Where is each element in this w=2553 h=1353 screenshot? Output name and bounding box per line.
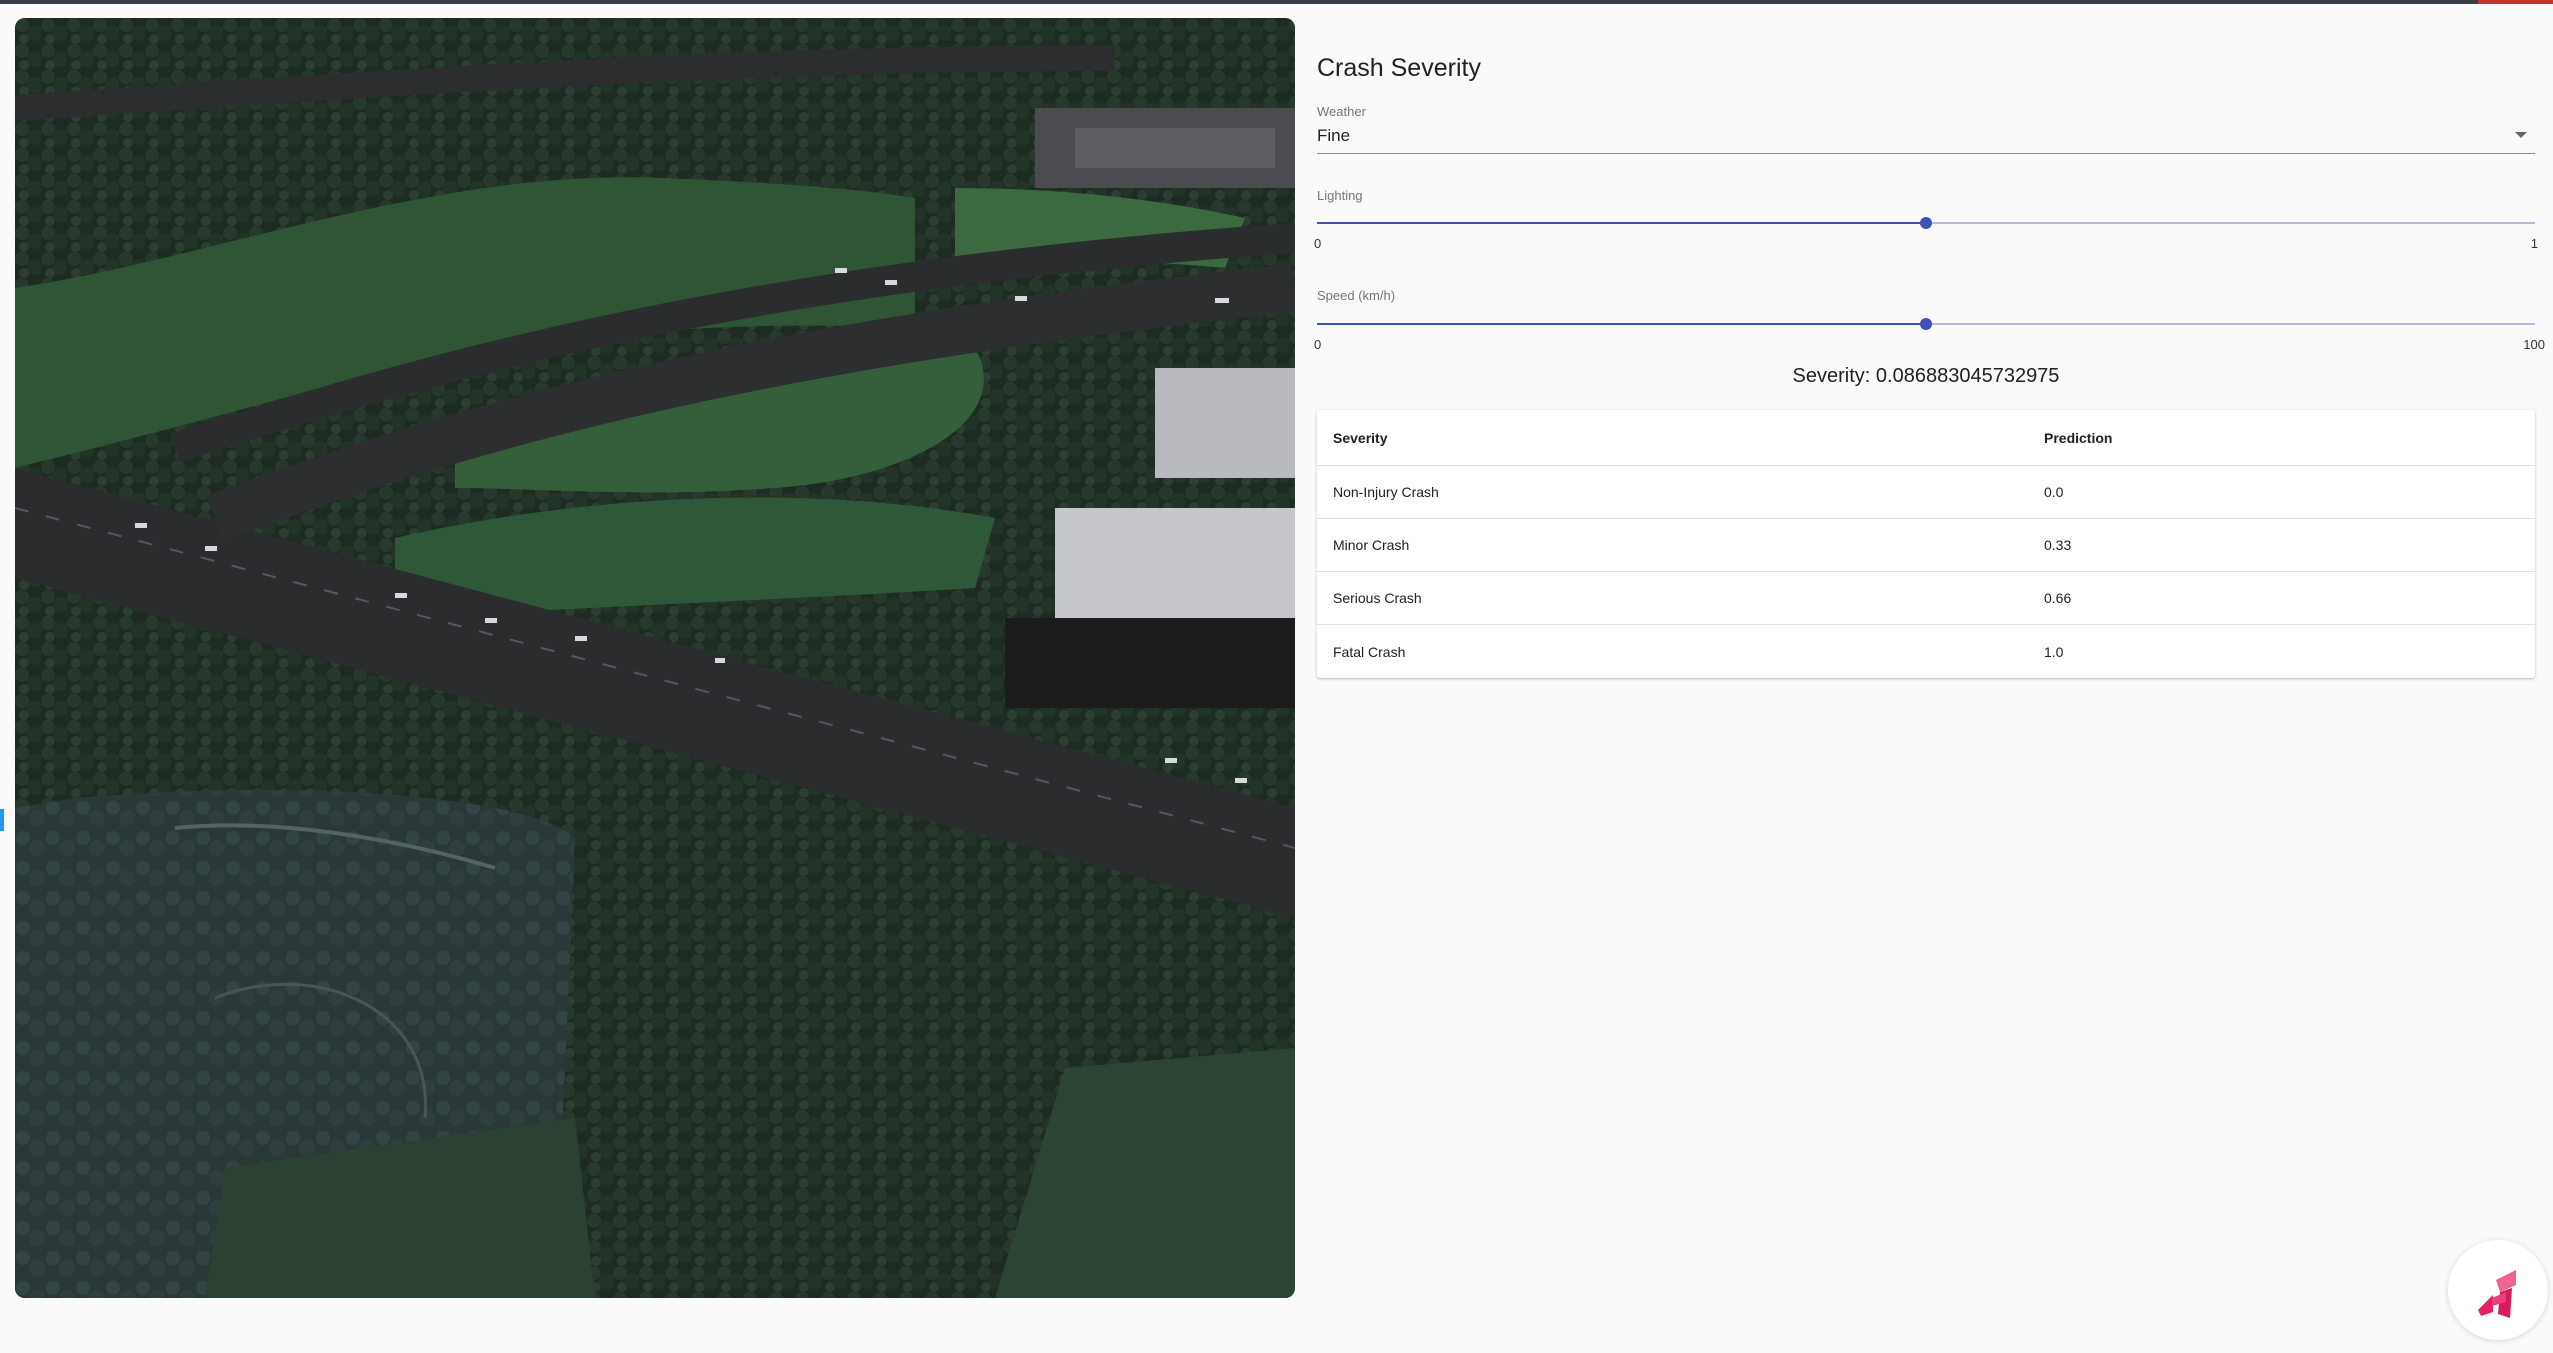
left-edge-marker: [0, 809, 4, 831]
page-title: Crash Severity: [1317, 54, 1481, 82]
speed-max-label: 100: [2523, 337, 2545, 352]
speed-slider-track[interactable]: [1317, 323, 1926, 325]
prediction-table: Severity Prediction Non-Injury Crash 0.0…: [1317, 410, 2535, 678]
lighting-slider[interactable]: [1317, 213, 2535, 233]
lighting-min-label: 0: [1314, 236, 1322, 251]
lighting-label: Lighting: [1317, 188, 1363, 203]
aerial-map-image[interactable]: [15, 18, 1295, 1298]
cell-prediction: 0.0: [2044, 484, 2064, 500]
table-row: Minor Crash 0.33: [1317, 519, 2535, 572]
cell-prediction: 1.0: [2044, 643, 2064, 660]
lighting-max-label: 1: [2530, 236, 2538, 251]
cell-severity: Non-Injury Crash: [1333, 484, 1439, 500]
speed-slider-thumb[interactable]: [1920, 318, 1932, 330]
table-row: Fatal Crash 1.0: [1317, 625, 2535, 678]
header-prediction: Prediction: [2044, 429, 2113, 446]
page: Crash Severity Weather Fine Lighting 0 1…: [0, 4, 2553, 1353]
cell-severity: Minor Crash: [1333, 537, 1410, 553]
speed-slider[interactable]: [1317, 314, 2535, 334]
lighting-slider-track[interactable]: [1317, 222, 1926, 224]
aerial-map-svg: [15, 18, 1295, 1298]
severity-result: Severity: 0.086883045732975: [1792, 365, 2060, 387]
cell-severity: Serious Crash: [1333, 590, 1422, 606]
app-logo-icon: [2478, 1270, 2516, 1318]
cell-prediction: 0.33: [2044, 537, 2072, 553]
table-row: Serious Crash 0.66: [1317, 572, 2535, 625]
weather-label: Weather: [1317, 104, 1366, 119]
weather-value: Fine: [1317, 126, 1351, 145]
speed-label: Speed (km/h): [1317, 288, 1396, 303]
app-logo-button[interactable]: [2448, 1240, 2548, 1340]
weather-select[interactable]: Fine: [1317, 122, 2535, 154]
chevron-down-icon[interactable]: [2515, 132, 2527, 138]
lighting-slider-thumb[interactable]: [1920, 217, 1932, 229]
speed-min-label: 0: [1314, 337, 1322, 352]
table-header-row: Severity Prediction: [1317, 410, 2535, 466]
cell-severity: Fatal Crash: [1333, 643, 1406, 660]
cell-prediction: 0.66: [2044, 590, 2072, 606]
header-severity: Severity: [1333, 429, 1388, 446]
table-row: Non-Injury Crash 0.0: [1317, 466, 2535, 519]
